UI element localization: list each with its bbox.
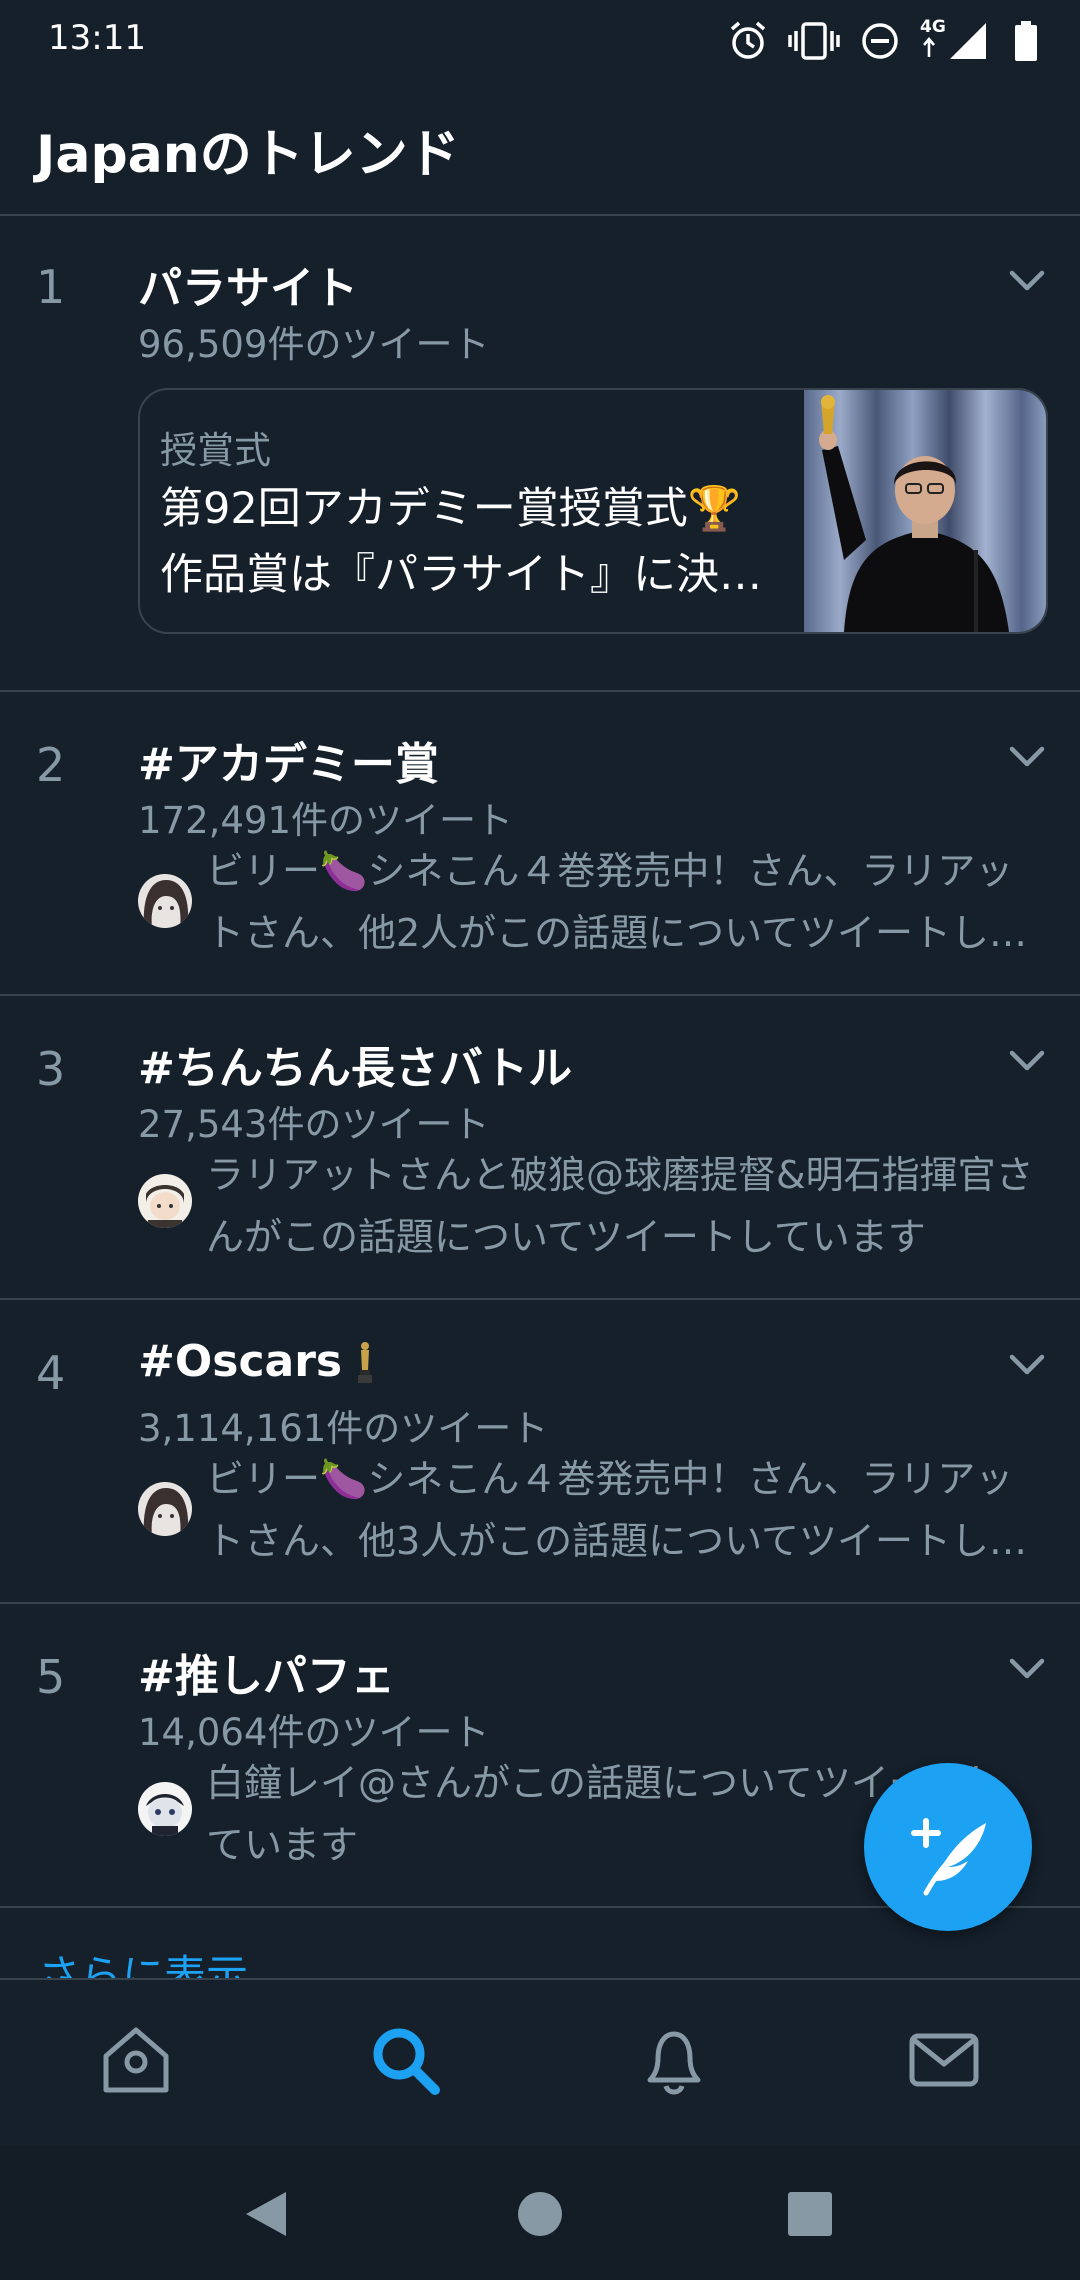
- avatar: [138, 1482, 192, 1536]
- recents-icon[interactable]: [780, 2184, 840, 2244]
- signal-icon: 4G: [920, 17, 994, 61]
- trend-name: #Oscars: [138, 1336, 343, 1387]
- tweet-count: 96,509件のツイート: [138, 323, 490, 366]
- trend-item[interactable]: 2 #アカデミー賞 172,491件のツイート ビリー🍆シネこん４巻発売中！さん…: [0, 692, 1080, 996]
- news-category: 授賞式: [160, 429, 271, 472]
- tweet-count: 14,064件のツイート: [138, 1711, 490, 1754]
- news-summary: 作品賞は『パラサイト』に決…: [160, 550, 762, 600]
- trend-rank: 1: [36, 260, 66, 314]
- vibrate-icon: [788, 22, 840, 60]
- news-thumbnail: [804, 390, 1046, 632]
- trend-context-line: んがこの話題についてツイートしています: [206, 1215, 926, 1259]
- news-card[interactable]: 授賞式 第92回アカデミー賞授賞式🏆 作品賞は『パラサイト』に決…: [138, 388, 1048, 634]
- alarm-icon: [730, 21, 766, 59]
- chevron-down-icon[interactable]: [1004, 1342, 1050, 1388]
- oscar-statuette-icon: [358, 1341, 373, 1383]
- tweet-count: 27,543件のツイート: [138, 1103, 490, 1146]
- status-icons: 4G: [728, 16, 1038, 66]
- compose-tweet-button[interactable]: [864, 1763, 1032, 1931]
- do-not-disturb-icon: [862, 23, 898, 59]
- trend-context: ラリアットさんと破狼@球磨提督&明石指揮官さ んがこの話題についてツイートしてい…: [206, 1144, 1044, 1268]
- trend-item[interactable]: 4 #Oscars 3,114,161件のツイート ビリー🍆シネこん４巻発売中！…: [0, 1300, 1080, 1604]
- status-time: 13:11: [48, 18, 146, 58]
- news-headline: 第92回アカデミー賞授賞式🏆: [160, 484, 742, 534]
- trend-context-line: ラリアットさんと破狼@球磨提督&明石指揮官さ: [206, 1153, 1034, 1197]
- screen: 13:11 4G Japanのトレンド 1 パラサイト 96,509件のツイート…: [0, 0, 1080, 2280]
- header: Japanのトレンド: [0, 82, 1080, 216]
- tweet-count: 172,491件のツイート: [138, 799, 514, 842]
- trend-name: #アカデミー賞: [138, 739, 439, 790]
- trend-rank: 3: [36, 1042, 66, 1096]
- chevron-down-icon[interactable]: [1004, 1038, 1050, 1084]
- trend-rank: 2: [36, 738, 66, 792]
- home-icon[interactable]: [96, 2020, 176, 2100]
- notifications-icon[interactable]: [634, 2020, 714, 2100]
- system-navigation-bar: [0, 2146, 1080, 2280]
- trend-rank: 4: [36, 1346, 66, 1400]
- avatar: [138, 1174, 192, 1228]
- avatar: [138, 1782, 192, 1836]
- search-icon[interactable]: [365, 2020, 445, 2100]
- trend-context-line: ビリー🍆シネこん４巻発売中！さん、ラリアッ: [206, 849, 1014, 893]
- compose-feather-icon: [911, 1818, 986, 1896]
- trend-name-row: #Oscars: [138, 1336, 374, 1387]
- trend-rank: 5: [36, 1650, 66, 1704]
- battery-icon: [1015, 21, 1037, 61]
- trend-context-line: トさん、他3人がこの話題についてツイートし…: [206, 1519, 1028, 1563]
- messages-icon[interactable]: [904, 2020, 984, 2100]
- trend-name: #推しパフェ: [138, 1651, 395, 1702]
- trend-item[interactable]: 1 パラサイト 96,509件のツイート 授賞式 第92回アカデミー賞授賞式🏆 …: [0, 216, 1080, 692]
- bottom-tab-bar: [0, 1978, 1080, 2148]
- chevron-down-icon[interactable]: [1004, 258, 1050, 304]
- tweet-count: 3,114,161件のツイート: [138, 1407, 549, 1450]
- trend-context-line: ビリー🍆シネこん４巻発売中！さん、ラリアッ: [206, 1457, 1014, 1501]
- trend-name: #ちんちん長さバトル: [138, 1043, 573, 1094]
- page-title: Japanのトレンド: [36, 125, 460, 185]
- trend-context-line: トさん、他2人がこの話題についてツイートし…: [206, 911, 1028, 955]
- trend-context: ビリー🍆シネこん４巻発売中！さん、ラリアッ トさん、他2人がこの話題についてツイ…: [206, 840, 1044, 964]
- chevron-down-icon[interactable]: [1004, 734, 1050, 780]
- back-icon[interactable]: [236, 2184, 296, 2244]
- status-bar: 13:11 4G: [0, 0, 1080, 82]
- home-button-icon[interactable]: [510, 2184, 570, 2244]
- trend-item[interactable]: 3 #ちんちん長さバトル 27,543件のツイート ラリアットさんと破狼@球磨提…: [0, 996, 1080, 1300]
- trend-name: パラサイト: [138, 263, 358, 314]
- avatar: [138, 874, 192, 928]
- trend-context: ビリー🍆シネこん４巻発売中！さん、ラリアッ トさん、他3人がこの話題についてツイ…: [206, 1448, 1044, 1572]
- chevron-down-icon[interactable]: [1004, 1646, 1050, 1692]
